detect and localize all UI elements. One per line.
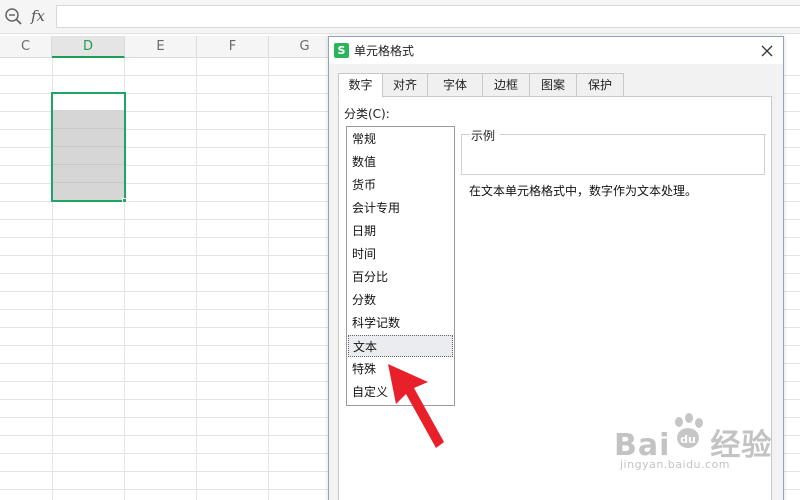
close-icon[interactable] bbox=[757, 41, 777, 61]
column-header-c[interactable]: C bbox=[0, 36, 52, 58]
category-currency[interactable]: 货币 bbox=[348, 174, 453, 196]
zoom-out-icon[interactable] bbox=[4, 7, 24, 27]
tab-font[interactable]: 字体 bbox=[427, 73, 483, 97]
column-header-d[interactable]: D bbox=[52, 36, 125, 58]
selection-border bbox=[51, 92, 126, 202]
category-fraction[interactable]: 分数 bbox=[348, 289, 453, 311]
category-text[interactable]: 文本 bbox=[348, 335, 453, 357]
category-time[interactable]: 时间 bbox=[348, 243, 453, 265]
tab-border[interactable]: 边框 bbox=[482, 73, 530, 97]
watermark-url: jingyan.baidu.com bbox=[620, 458, 731, 471]
app-logo-icon: S bbox=[334, 43, 349, 58]
category-number[interactable]: 数值 bbox=[348, 151, 453, 173]
formula-input[interactable] bbox=[56, 5, 800, 28]
dialog-title: 单元格格式 bbox=[354, 44, 415, 58]
category-accounting[interactable]: 会计专用 bbox=[348, 197, 453, 219]
formula-bar: fx bbox=[0, 0, 800, 34]
red-arrow-annotation bbox=[388, 364, 444, 448]
category-date[interactable]: 日期 bbox=[348, 220, 453, 242]
column-header-f[interactable]: F bbox=[197, 36, 269, 58]
spreadsheet-screen: fx C D E F G S 单元格格式 数字 对齐 字体 边框 图案 保护 分… bbox=[0, 0, 800, 500]
tab-number[interactable]: 数字 bbox=[338, 73, 383, 98]
category-general[interactable]: 常规 bbox=[348, 128, 453, 150]
tab-protection[interactable]: 保护 bbox=[576, 73, 624, 97]
category-label: 分类(C): bbox=[344, 107, 390, 121]
column-header-e[interactable]: E bbox=[125, 36, 197, 58]
paw-logo-icon: du bbox=[675, 413, 703, 448]
fill-handle[interactable] bbox=[122, 198, 127, 203]
sample-box bbox=[461, 134, 766, 175]
category-scientific[interactable]: 科学记数 bbox=[348, 312, 453, 334]
baidu-jingyan-watermark: Bai 经验 du jingyan.baidu.com bbox=[608, 410, 798, 480]
svg-text:du: du bbox=[680, 433, 696, 446]
format-description: 在文本单元格格式中，数字作为文本处理。 bbox=[469, 184, 698, 198]
fx-icon[interactable]: fx bbox=[31, 7, 45, 25]
tab-pattern[interactable]: 图案 bbox=[529, 73, 577, 97]
dialog-title-bar[interactable]: S 单元格格式 bbox=[329, 37, 783, 64]
tab-alignment[interactable]: 对齐 bbox=[382, 73, 428, 97]
sample-label: 示例 bbox=[471, 127, 496, 144]
category-percentage[interactable]: 百分比 bbox=[348, 266, 453, 288]
